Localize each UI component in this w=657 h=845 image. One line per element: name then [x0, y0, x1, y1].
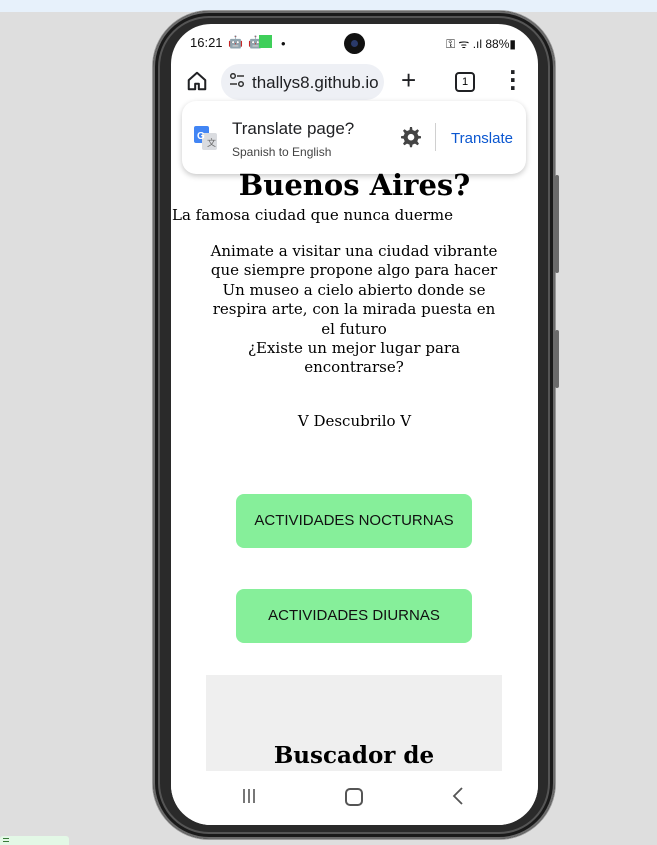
home-icon[interactable]	[186, 70, 208, 92]
address-bar[interactable]: thallys8.github.io	[221, 64, 384, 100]
intro-line: Animate a visitar una ciudad vibrante qu…	[210, 242, 498, 280]
status-bar: 16:21 🤖 🤖 • ⚿ ᯤ .ıl 88%▮	[171, 24, 538, 62]
status-time: 16:21	[190, 35, 223, 50]
day-activities-button[interactable]: ACTIVIDADES DIURNAS	[236, 589, 472, 643]
power-button	[555, 330, 559, 388]
new-tab-icon[interactable]: +	[401, 65, 416, 96]
intro-line: ¿Existe un mejor lugar para encontrarse?	[247, 339, 461, 377]
front-camera	[344, 33, 365, 54]
translate-title: Translate page?	[232, 119, 355, 138]
page-subtitle: La famosa ciudad que nunca duerme	[172, 206, 454, 224]
notification-dot: •	[281, 36, 286, 51]
divider	[435, 123, 436, 151]
volume-button	[555, 175, 559, 273]
translate-languages: Spanish to English	[232, 145, 332, 159]
notification-icon	[259, 35, 272, 48]
intro-line: Un museo a cielo abierto donde se respir…	[212, 280, 496, 338]
browser-toolbar: thallys8.github.io + 1 · · ·	[171, 62, 538, 104]
intro-paragraph: Animate a visitar una ciudad vibrante qu…	[205, 242, 503, 378]
page-title: Buenos Aires?	[238, 168, 471, 202]
discover-text: V Descubrilo V	[297, 412, 412, 430]
menu-lines-icon	[3, 838, 9, 842]
menu-icon[interactable]: · · ·	[509, 62, 517, 98]
svg-text:文: 文	[207, 137, 216, 148]
google-translate-icon: G 文	[194, 126, 217, 150]
recent-apps-icon[interactable]	[241, 788, 257, 804]
phone-screen: 16:21 🤖 🤖 • ⚿ ᯤ .ıl 88%▮ thallys8.github…	[171, 24, 538, 825]
night-activities-button[interactable]: ACTIVIDADES NOCTURNAS	[236, 494, 472, 548]
url-text: thallys8.github.io	[252, 73, 379, 92]
svg-text:G: G	[197, 131, 205, 142]
android-nav-bar	[171, 771, 538, 825]
site-settings-icon[interactable]	[229, 73, 245, 87]
tab-switcher-icon[interactable]: 1	[455, 72, 475, 92]
search-title: Buscador de	[273, 742, 435, 769]
home-nav-icon[interactable]	[345, 788, 363, 806]
gear-icon[interactable]	[398, 125, 422, 149]
status-right-icons: ⚿ ᯤ .ıl 88%▮	[445, 37, 516, 51]
back-icon[interactable]	[451, 787, 465, 805]
translate-popup: G 文 Translate page? Spanish to English T…	[182, 101, 526, 174]
translate-button[interactable]: Translate	[451, 130, 513, 147]
corner-badge	[0, 836, 69, 845]
